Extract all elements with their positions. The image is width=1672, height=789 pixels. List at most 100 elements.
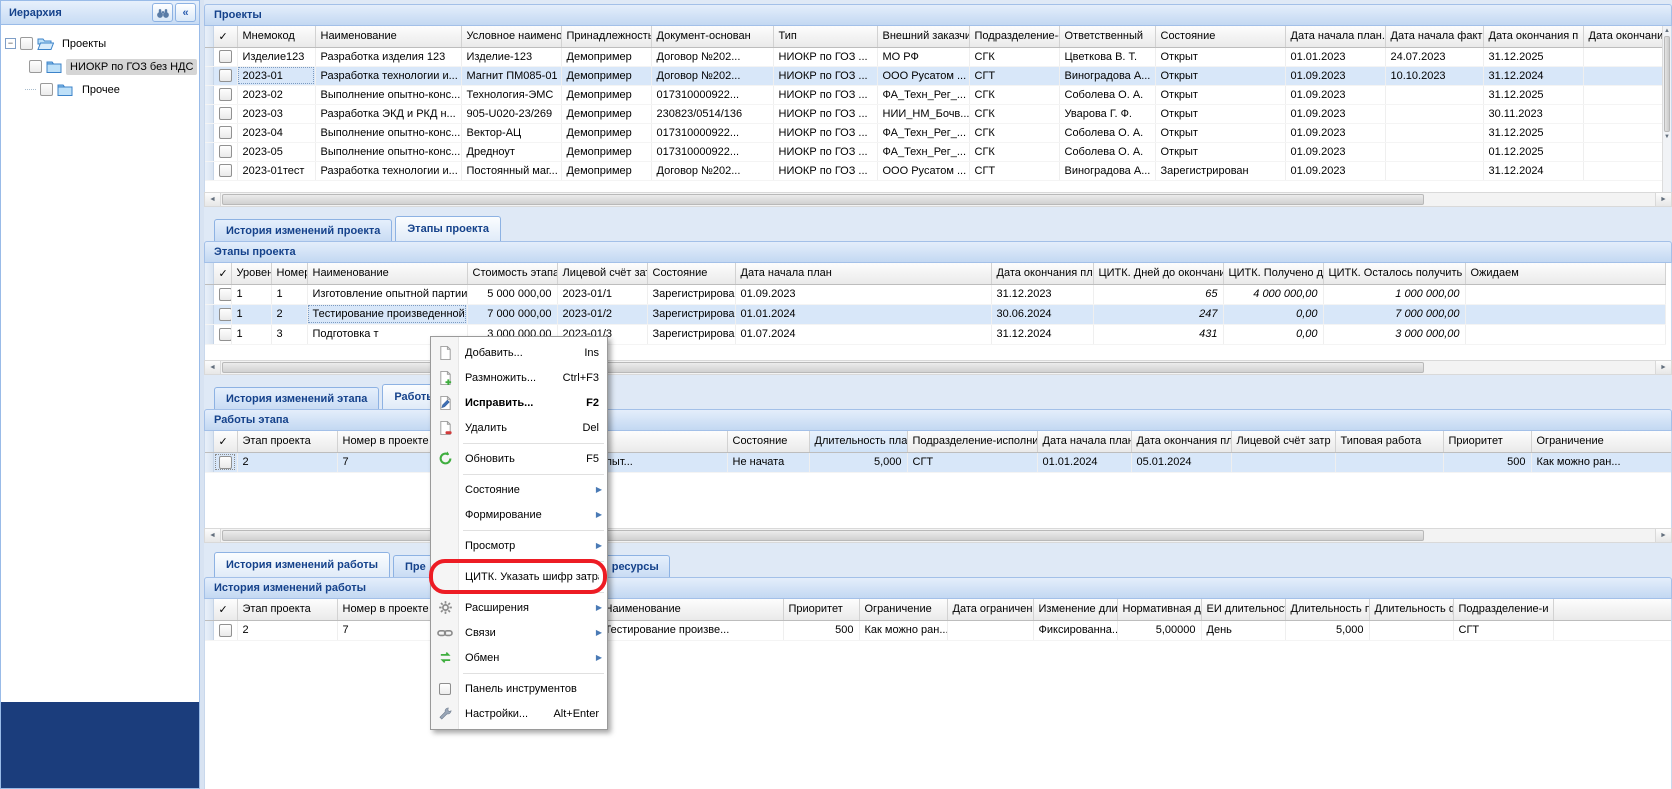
checkbox-cell[interactable] xyxy=(213,47,237,66)
cell[interactable]: Договор №202... xyxy=(651,66,773,85)
cell[interactable]: Технология-ЭМС xyxy=(461,85,561,104)
column-header[interactable]: Подразделение-исполнитель.. xyxy=(907,431,1037,452)
cell[interactable]: Фиксированна... xyxy=(1033,620,1117,640)
column-header[interactable]: Приоритет xyxy=(1443,431,1531,452)
cell[interactable]: 2023-03 xyxy=(237,104,315,123)
cell[interactable]: ФА_Техн_Рег_... xyxy=(877,142,969,161)
cell[interactable]: 0,00 xyxy=(1223,324,1323,344)
menu-item[interactable]: Размножить...Ctrl+F3 xyxy=(431,365,607,390)
cell[interactable]: Разработка ЭКД и РКД н... xyxy=(315,104,461,123)
column-header[interactable]: Лицевой счёт затрат. xyxy=(557,263,647,284)
cell[interactable]: НИИ_НМ_Бочв... xyxy=(877,104,969,123)
column-header[interactable]: ЦИТК. Осталось получить д/с xyxy=(1323,263,1465,284)
cell[interactable]: 1 xyxy=(231,284,271,304)
cell[interactable]: 0,00 xyxy=(1223,304,1323,324)
cell[interactable]: Цветкова В. Т. xyxy=(1059,47,1155,66)
scroll-thumb[interactable] xyxy=(1664,36,1670,132)
cell[interactable]: 017310000922... xyxy=(651,85,773,104)
column-header[interactable]: Подразделение-от xyxy=(969,26,1059,47)
cell[interactable] xyxy=(1385,123,1483,142)
cell[interactable]: 2023-01 xyxy=(237,66,315,85)
column-header[interactable]: Состояние xyxy=(1155,26,1285,47)
column-header[interactable]: ✓ xyxy=(213,431,237,452)
column-header[interactable]: Дата окончания п xyxy=(1483,26,1583,47)
scroll-right-icon[interactable]: ► xyxy=(1655,193,1671,206)
cell[interactable]: 30.11.2023 xyxy=(1483,104,1583,123)
cell[interactable] xyxy=(1583,47,1672,66)
scroll-left-icon[interactable]: ◄ xyxy=(205,529,221,542)
column-header[interactable]: Номер в проекте xyxy=(337,431,439,452)
cell[interactable]: Демопример xyxy=(561,142,651,161)
cell[interactable]: СГТ xyxy=(907,452,1037,472)
menu-item[interactable]: Исправить...F2 xyxy=(431,390,607,415)
cell[interactable]: 30.06.2024 xyxy=(991,304,1093,324)
cell[interactable]: СГК xyxy=(969,104,1059,123)
tree-node[interactable]: −Проекты xyxy=(5,32,195,55)
cell[interactable]: Разработка технологии и... xyxy=(315,66,461,85)
cell[interactable]: Тестирование произве... xyxy=(599,620,783,640)
row-checkbox[interactable] xyxy=(219,145,232,158)
cell[interactable] xyxy=(1553,620,1672,640)
cell[interactable]: Изготовление опытной партии ПМ0... xyxy=(307,284,467,304)
column-header[interactable]: Длительность фак xyxy=(1369,599,1453,620)
menu-item[interactable]: Просмотр▶ xyxy=(431,533,607,558)
tab[interactable]: Этапы проекта xyxy=(395,216,501,241)
table-row[interactable]: 2023-03Разработка ЭКД и РКД н...905-U020… xyxy=(205,104,1672,123)
table-row[interactable]: 27Тестирование произведенной опыт...Не н… xyxy=(205,452,1672,472)
column-header[interactable]: Дата начала план xyxy=(735,263,991,284)
cell[interactable]: ФА_Техн_Рег_... xyxy=(877,123,969,142)
cell[interactable] xyxy=(1369,620,1453,640)
scroll-thumb[interactable] xyxy=(222,194,1424,205)
cell[interactable]: НИОКР по ГОЗ ... xyxy=(773,47,877,66)
table-row[interactable]: 2023-01Разработка технологии и...Магнит … xyxy=(205,66,1672,85)
column-header[interactable]: Этап проекта xyxy=(237,431,337,452)
cell[interactable]: Зарегистрирован xyxy=(647,284,735,304)
checkbox-cell[interactable] xyxy=(213,85,237,104)
column-header[interactable]: Приоритет xyxy=(783,599,859,620)
column-header[interactable]: ЦИТК. Дней до окончания xyxy=(1093,263,1223,284)
projects-vertical-scrollbar[interactable]: ▲ ▼ xyxy=(1662,26,1671,192)
column-header[interactable]: Мнемокод xyxy=(237,26,315,47)
cell[interactable]: Демопример xyxy=(561,123,651,142)
column-header[interactable]: Дата окончания xyxy=(1583,26,1672,47)
cell[interactable]: 017310000922... xyxy=(651,142,773,161)
menu-item[interactable]: Состояние▶ xyxy=(431,477,607,502)
cell[interactable]: 230823/0514/136 xyxy=(651,104,773,123)
cell[interactable]: Демопример xyxy=(561,85,651,104)
cell[interactable]: 2023-05 xyxy=(237,142,315,161)
menu-item[interactable]: Панель инструментов xyxy=(431,676,607,701)
cell[interactable]: 01.09.2023 xyxy=(1285,161,1385,180)
cell[interactable]: Зарегистрирован xyxy=(647,324,735,344)
cell[interactable]: Выполнение опытно-конс... xyxy=(315,85,461,104)
cell[interactable]: СГТ xyxy=(969,161,1059,180)
scroll-track[interactable] xyxy=(1425,193,1655,206)
cell[interactable]: 01.07.2024 xyxy=(735,324,991,344)
cell[interactable]: Соболева О. А. xyxy=(1059,123,1155,142)
cell[interactable]: 5,00000 xyxy=(1117,620,1201,640)
cell[interactable]: 500 xyxy=(783,620,859,640)
cell[interactable]: СГТ xyxy=(1453,620,1553,640)
cell[interactable]: Открыт xyxy=(1155,142,1285,161)
column-header[interactable]: Подразделение-и xyxy=(1453,599,1553,620)
cell[interactable]: 31.12.2024 xyxy=(1483,161,1583,180)
cell[interactable]: 2023-04 xyxy=(237,123,315,142)
column-header[interactable]: Принадлежность xyxy=(561,26,651,47)
cell[interactable] xyxy=(1583,123,1672,142)
scroll-thumb[interactable] xyxy=(222,362,1424,373)
row-checkbox[interactable] xyxy=(219,88,232,101)
cell[interactable]: Договор №202... xyxy=(651,161,773,180)
cell[interactable]: Как можно ран... xyxy=(1531,452,1672,472)
cell[interactable]: 2023-02 xyxy=(237,85,315,104)
column-header[interactable]: Наименование xyxy=(315,26,461,47)
cell[interactable]: СГК xyxy=(969,47,1059,66)
column-header[interactable]: Ответственный xyxy=(1059,26,1155,47)
cell[interactable]: 01.01.2024 xyxy=(1037,452,1131,472)
table-row[interactable]: 2023-05Выполнение опытно-конс...Дредноут… xyxy=(205,142,1672,161)
cell[interactable]: 3 000 000,00 xyxy=(1323,324,1465,344)
cell[interactable]: Не начата xyxy=(727,452,809,472)
cell[interactable]: Выполнение опытно-конс... xyxy=(315,142,461,161)
cell[interactable]: 2023-01тест xyxy=(237,161,315,180)
cell[interactable]: Выполнение опытно-конс... xyxy=(315,123,461,142)
cell[interactable]: НИОКР по ГОЗ ... xyxy=(773,161,877,180)
cell[interactable] xyxy=(1385,142,1483,161)
